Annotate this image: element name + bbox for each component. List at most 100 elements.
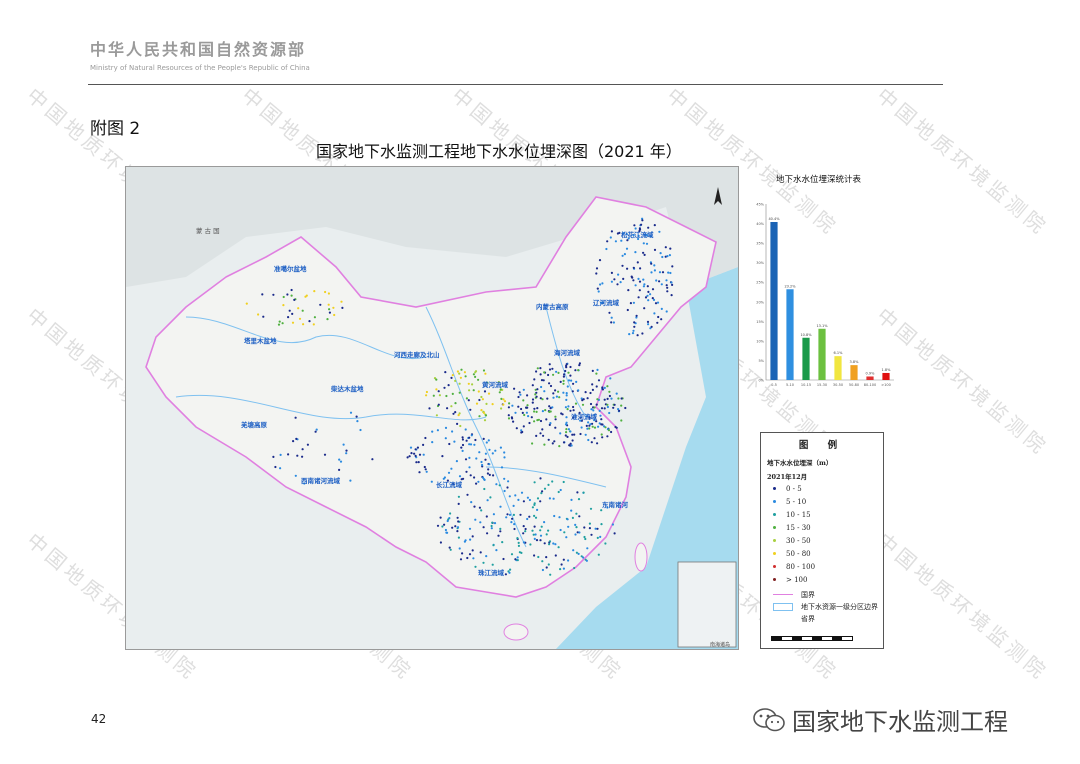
monitoring-point: [291, 321, 295, 324]
monitoring-point: [349, 479, 352, 482]
monitoring-point: [458, 475, 462, 478]
monitoring-point: [595, 403, 598, 406]
monitoring-point: [301, 309, 304, 312]
monitoring-point: [565, 363, 568, 366]
monitoring-point: [559, 568, 562, 571]
monitoring-point: [525, 406, 528, 409]
y-tick-label: 35%: [756, 242, 764, 246]
monitoring-point: [540, 385, 543, 389]
monitoring-point: [501, 541, 504, 544]
monitoring-point: [661, 255, 664, 259]
monitoring-point: [562, 567, 565, 570]
monitoring-point: [477, 390, 480, 393]
monitoring-point: [667, 271, 670, 274]
x-tick-label: 30-50: [833, 383, 843, 387]
monitoring-point: [665, 284, 668, 287]
monitoring-point: [414, 454, 417, 457]
monitoring-point: [531, 442, 534, 445]
monitoring-point: [571, 516, 574, 519]
basin-label: 准噶尔盆地: [274, 265, 307, 273]
monitoring-point: [531, 506, 534, 509]
monitoring-point: [670, 281, 673, 284]
monitoring-point: [600, 423, 603, 426]
monitoring-point: [531, 398, 535, 401]
monitoring-point: [542, 434, 545, 437]
monitoring-point: [528, 515, 531, 518]
monitoring-point: [355, 415, 358, 418]
monitoring-point: [428, 407, 431, 410]
monitoring-point: [457, 414, 460, 417]
monitoring-point: [597, 290, 600, 293]
monitoring-point: [572, 382, 575, 385]
monitoring-point: [536, 508, 539, 511]
monitoring-point: [595, 267, 599, 270]
monitoring-point: [665, 279, 668, 282]
monitoring-point: [491, 563, 494, 566]
monitoring-point: [626, 239, 629, 242]
monitoring-point: [547, 563, 550, 566]
monitoring-point: [535, 539, 539, 542]
monitoring-point: [617, 397, 620, 400]
legend-dot-swatch: [773, 526, 776, 529]
monitoring-point: [532, 533, 535, 536]
monitoring-point: [533, 525, 536, 528]
china-outline: [145, 196, 717, 598]
monitoring-point: [644, 296, 648, 299]
legend-item-label: 30 - 50: [786, 536, 811, 545]
monitoring-point: [548, 497, 551, 500]
monitoring-point: [534, 516, 538, 519]
monitoring-point: [356, 420, 359, 423]
monitoring-point: [653, 312, 656, 315]
monitoring-point: [528, 498, 531, 502]
monitoring-point: [647, 323, 650, 326]
monitoring-point: [457, 520, 460, 523]
monitoring-point: [438, 394, 441, 397]
monitoring-point: [559, 528, 562, 532]
monitoring-point: [484, 452, 487, 455]
monitoring-point: [585, 424, 588, 427]
monitoring-point: [439, 516, 442, 519]
monitoring-point: [584, 433, 587, 436]
y-tick-label: 45%: [756, 203, 764, 207]
monitoring-point: [597, 553, 600, 556]
basin-label: 松花江流域: [621, 231, 654, 239]
monitoring-point: [487, 468, 490, 471]
monitoring-point: [661, 271, 665, 274]
monitoring-point: [448, 546, 451, 549]
bar-value-label: 40.4%: [768, 217, 780, 221]
monitoring-point: [447, 471, 451, 474]
monitoring-point: [631, 332, 635, 335]
monitoring-point: [558, 396, 561, 399]
monitoring-point: [478, 398, 481, 402]
monitoring-point: [647, 299, 650, 302]
monitoring-point: [615, 426, 618, 429]
monitoring-point: [643, 283, 646, 286]
monitoring-point: [567, 428, 570, 431]
wechat-icon: [753, 707, 785, 731]
monitoring-point: [607, 429, 611, 432]
monitoring-point: [619, 281, 622, 284]
monitoring-point: [456, 530, 459, 533]
monitoring-point: [301, 448, 304, 451]
monitoring-point: [514, 411, 517, 414]
monitoring-point: [485, 515, 488, 518]
monitoring-point: [540, 525, 543, 528]
monitoring-point: [633, 325, 636, 328]
monitoring-point: [279, 453, 282, 456]
monitoring-point: [656, 321, 659, 324]
monitoring-point: [466, 556, 469, 560]
monitoring-point: [423, 465, 426, 469]
monitoring-point: [437, 390, 440, 393]
monitoring-point: [521, 411, 524, 414]
monitoring-point: [471, 383, 474, 386]
legend-province-border-label: 省界: [801, 614, 815, 623]
monitoring-point: [634, 284, 637, 287]
monitoring-point: [596, 287, 599, 290]
monitoring-point: [621, 264, 624, 267]
monitoring-point: [671, 283, 674, 286]
bar-value-label: 13.1%: [816, 324, 828, 328]
monitoring-point: [495, 549, 498, 552]
monitoring-point: [506, 513, 509, 516]
monitoring-point: [565, 536, 568, 539]
monitoring-point: [456, 526, 460, 529]
